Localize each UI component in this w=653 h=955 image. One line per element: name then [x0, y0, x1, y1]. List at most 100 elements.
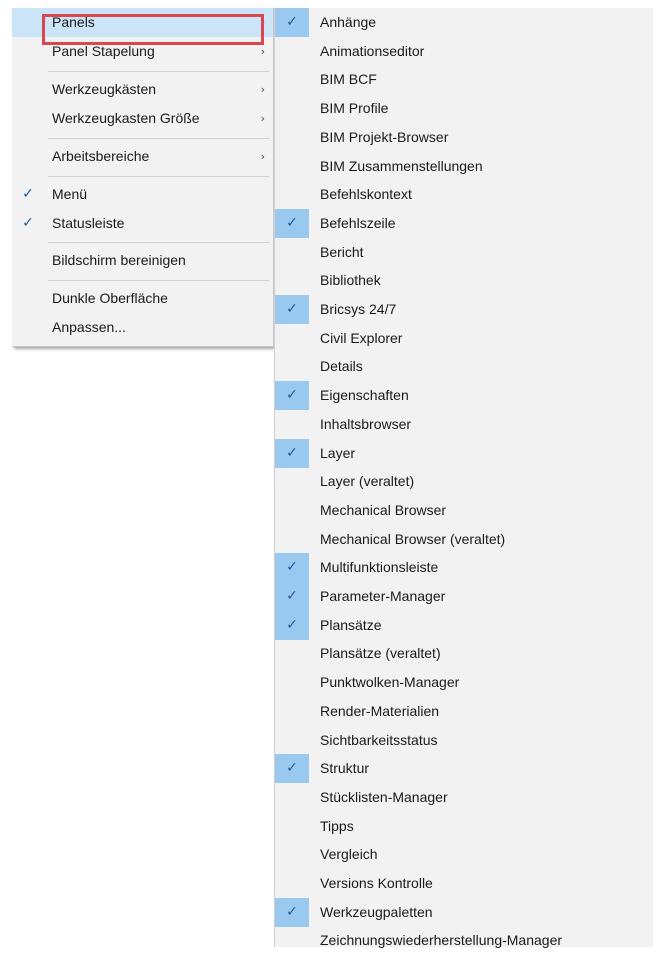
panels-submenu-item[interactable]: ✓ Plansätze [275, 610, 653, 640]
chevron-right-icon: › [260, 16, 265, 29]
panels-submenu-item[interactable]: Mechanical Browser (veraltet) [275, 525, 653, 554]
panels-submenu-item-label: Animationseditor [320, 42, 425, 59]
panels-submenu-item[interactable]: Layer (veraltet) [275, 467, 653, 496]
menu-item-label: Anpassen... [52, 319, 126, 335]
checkmark-icon: ✓ [286, 760, 298, 777]
check-gutter [275, 812, 309, 841]
menu-item-label: Arbeitsbereiche [52, 148, 150, 164]
panels-submenu-item-label: Bibliothek [320, 272, 381, 289]
panels-submenu-item[interactable]: ✓ Parameter-Manager [275, 582, 653, 611]
panels-submenu-item-label: Plansätze [320, 616, 382, 633]
check-gutter [275, 152, 309, 181]
panels-submenu-item-label: Versions Kontrolle [320, 875, 433, 891]
check-gutter [275, 266, 309, 295]
panels-submenu-item-label: Bericht [320, 243, 364, 260]
panels-submenu-item[interactable]: ✓ Struktur [275, 754, 653, 784]
check-gutter [275, 840, 309, 869]
panels-submenu-item[interactable]: BIM BCF [275, 65, 653, 94]
checkmark-icon: ✓ [286, 301, 298, 317]
check-gutter [275, 37, 309, 66]
panels-submenu-item-label: Multifunktionsleiste [320, 559, 439, 576]
panels-submenu-item-label: Inhaltsbrowser [320, 415, 412, 432]
panels-submenu-item[interactable]: ✓ Bricsys 24/7 [275, 295, 653, 324]
panels-submenu-item[interactable]: Animationseditor [275, 37, 653, 66]
check-gutter [275, 496, 309, 525]
check-gutter [275, 783, 309, 812]
panels-submenu-item-label: Layer [320, 444, 356, 461]
panels-submenu-item-label: Zeichnungswiederherstellung-Manager [320, 932, 563, 949]
panels-submenu-item-label: Eigenschaften [320, 387, 409, 404]
panels-submenu-item-label: Plansätze (veraltet) [320, 645, 441, 662]
panels-submenu-item[interactable]: Vergleich [275, 840, 653, 869]
menu-item-werkzeugkasten-groesse[interactable]: Werkzeugkasten Größe › [12, 104, 273, 133]
panels-submenu-item[interactable]: Plansätze (veraltet) [275, 639, 653, 668]
menu-separator [48, 176, 269, 177]
panels-submenu-item[interactable]: ✓ Multifunktionsleiste [275, 553, 653, 583]
checkmark-icon: ✓ [286, 444, 298, 461]
menu-item-anpassen[interactable]: Anpassen... [12, 313, 273, 342]
panels-submenu-item[interactable]: Sichtbarkeitsstatus [275, 726, 653, 755]
panels-submenu: ✓ Anhänge Animationseditor BIM BCF BIM Profi… [274, 8, 653, 948]
menu-item-label: Werkzeugkasten Größe [52, 110, 200, 126]
panels-submenu-item[interactable]: BIM Projekt-Browser [275, 123, 653, 152]
check-gutter [275, 324, 309, 353]
menu-item-arbeitsbereiche[interactable]: Arbeitsbereiche › [12, 142, 273, 171]
menu-item-werkzeugkaesten[interactable]: Werkzeugkästen › [12, 75, 273, 104]
menu-item-menue[interactable]: ✓ Menü [12, 180, 273, 209]
panels-submenu-item[interactable]: Inhaltsbrowser [275, 410, 653, 439]
checkmark-icon: ✓ [286, 214, 298, 231]
checkmark-icon: ✓ [286, 588, 298, 604]
panels-submenu-item-label: Stücklisten-Manager [320, 788, 448, 805]
menu-item-statusleiste[interactable]: ✓ Statusleiste [12, 209, 273, 238]
menu-item-label: Bildschirm bereinigen [52, 252, 186, 268]
panels-submenu-item-label: BIM BCF [320, 71, 377, 88]
checkmark-icon: ✓ [22, 215, 34, 231]
check-gutter [275, 525, 309, 554]
panels-submenu-item[interactable]: Zeichnungswiederherstellung-Manager [275, 926, 653, 955]
panels-submenu-item[interactable]: ✓ Werkzeugpaletten [275, 897, 653, 927]
panels-submenu-item[interactable]: ✓ Eigenschaften [275, 381, 653, 411]
check-gutter [275, 697, 309, 726]
check-gutter [275, 180, 309, 209]
menu-separator [48, 242, 269, 243]
panels-submenu-item-label: Werkzeugpaletten [320, 903, 433, 920]
panels-submenu-item-label: Tipps [320, 817, 354, 834]
chevron-right-icon: › [260, 150, 265, 163]
panels-submenu-item-label: Details [320, 358, 363, 375]
panels-submenu-item-label: Befehlszeile [320, 214, 396, 231]
check-gutter [275, 94, 309, 123]
panels-submenu-item[interactable]: Details [275, 352, 653, 381]
check-gutter [275, 869, 309, 898]
panels-submenu-item[interactable]: ✓ Layer [275, 438, 653, 468]
panels-submenu-item[interactable]: Versions Kontrolle [275, 869, 653, 898]
menu-item-label: Menü [52, 186, 88, 202]
panels-submenu-item[interactable]: Mechanical Browser [275, 496, 653, 525]
panels-submenu-item[interactable]: ✓ Anhänge [275, 8, 653, 37]
panels-submenu-item[interactable]: ✓ Befehlszeile [275, 208, 653, 238]
checkmark-icon: ✓ [286, 559, 298, 576]
panels-submenu-item[interactable]: Punktwolken-Manager [275, 668, 653, 697]
menu-separator [48, 280, 269, 281]
menu-item-panels[interactable]: Panels › [12, 8, 273, 37]
panels-submenu-item-label: Sichtbarkeitsstatus [320, 731, 438, 748]
panels-submenu-item[interactable]: Bibliothek [275, 266, 653, 295]
menu-separator [48, 71, 269, 72]
panels-submenu-item[interactable]: Stücklisten-Manager [275, 783, 653, 812]
menu-item-bildschirm-bereinigen[interactable]: Bildschirm bereinigen [12, 246, 273, 275]
check-gutter [275, 410, 309, 439]
panels-submenu-item[interactable]: BIM Zusammenstellungen [275, 152, 653, 181]
panels-submenu-item[interactable]: Bericht [275, 238, 653, 267]
panels-submenu-item[interactable]: Render-Materialien [275, 697, 653, 726]
view-context-menu: Panels › Panel Stapelung › Werkzeugkäste… [12, 8, 274, 347]
panels-submenu-item[interactable]: Civil Explorer [275, 324, 653, 353]
panels-submenu-item-label: Parameter-Manager [320, 588, 446, 604]
panels-submenu-item-label: BIM Profile [320, 100, 389, 117]
chevron-right-icon: › [260, 45, 265, 58]
panels-submenu-item[interactable]: Tipps [275, 812, 653, 841]
menu-item-panel-stapelung[interactable]: Panel Stapelung › [12, 37, 273, 66]
menu-item-dunkle-oberflaeche[interactable]: Dunkle Oberfläche [12, 284, 273, 313]
panels-submenu-item[interactable]: Befehlskontext [275, 180, 653, 209]
panels-submenu-item[interactable]: BIM Profile [275, 94, 653, 123]
checkmark-icon: ✓ [286, 14, 298, 30]
checkmark-icon: ✓ [286, 387, 298, 404]
